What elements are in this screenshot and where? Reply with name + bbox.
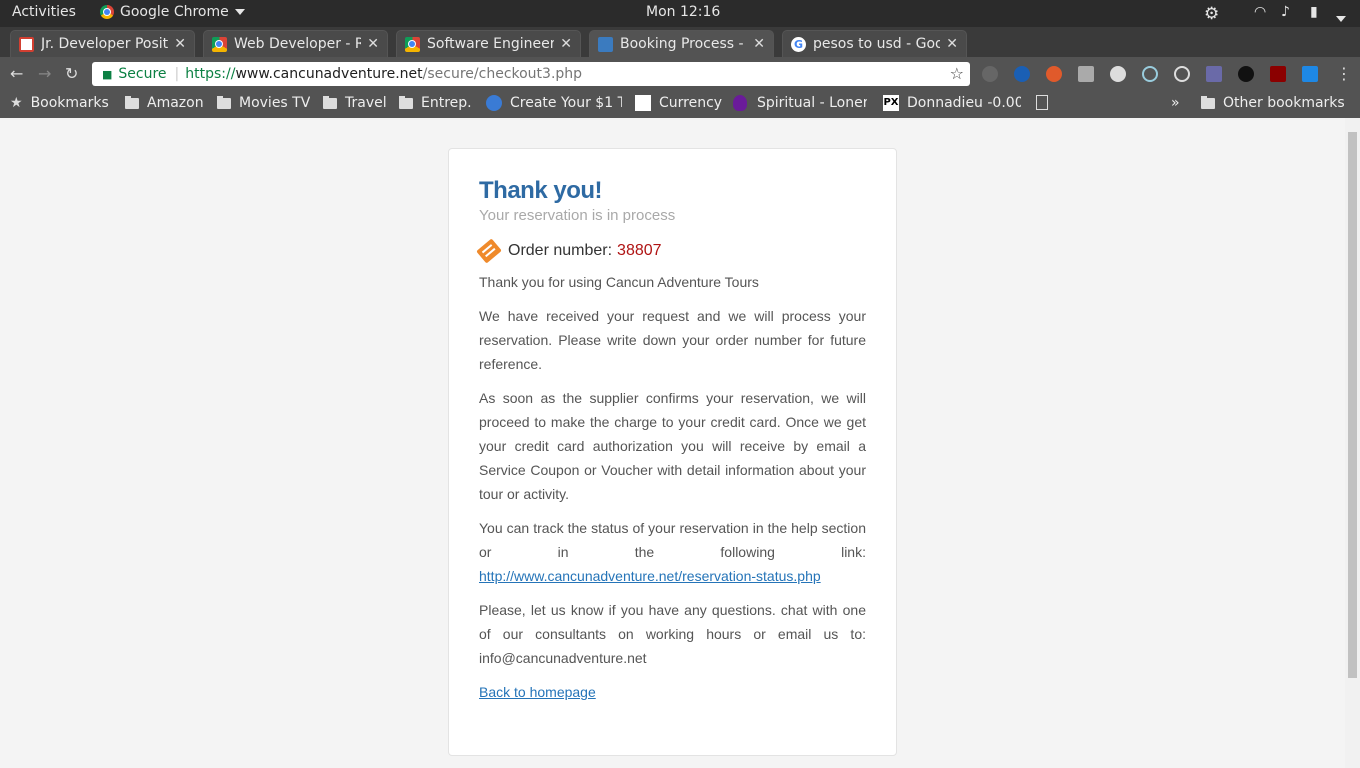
scrollbar-thumb[interactable]: [1348, 132, 1357, 678]
back-icon[interactable]: ←: [10, 64, 23, 83]
back-to-homepage-link[interactable]: Back to homepage: [479, 684, 596, 700]
thanks-paragraph: Thank you for using Cancun Adventure Tou…: [479, 274, 759, 290]
chevron-down-icon: [234, 9, 245, 15]
tab-web-developer[interactable]: Web Developer - Ro ✕: [203, 30, 388, 57]
tab-jr-developer[interactable]: Jr. Developer Posit ✕: [10, 30, 195, 57]
charge-paragraph: As soon as the supplier confirms your re…: [479, 390, 866, 502]
activities-button[interactable]: Activities: [12, 4, 76, 20]
close-icon[interactable]: ✕: [753, 36, 765, 52]
bookmark-currency[interactable]: Currency: [635, 95, 722, 111]
bookmark-page[interactable]: [1036, 95, 1048, 110]
tab-title: pesos to usd - Goog: [813, 36, 941, 52]
px-icon: PX: [883, 95, 899, 111]
contact-paragraph: Please, let us know if you have any ques…: [479, 602, 866, 666]
extension-icon[interactable]: [1174, 66, 1190, 82]
close-icon[interactable]: ✕: [174, 36, 186, 52]
react-icon[interactable]: [1142, 66, 1158, 82]
page-subtitle: Your reservation is in process: [479, 207, 676, 224]
system-menu-icon[interactable]: [1336, 10, 1346, 26]
extension-icon[interactable]: [1110, 66, 1126, 82]
bookmark-create-your[interactable]: Create Your $1 Tr: [486, 95, 622, 111]
tab-software-engineer[interactable]: Software Engineer ✕: [396, 30, 581, 57]
request-paragraph: We have received your request and we wil…: [479, 308, 866, 372]
tab-strip: Jr. Developer Posit ✕ Web Developer - Ro…: [0, 27, 1360, 78]
bookmark-spiritual[interactable]: Spiritual - Loner: [733, 95, 867, 111]
url-protocol: https://: [185, 66, 236, 82]
site-icon: [635, 95, 651, 111]
tab-pesos-to-usd[interactable]: G pesos to usd - Goog ✕: [782, 30, 967, 57]
folder-icon: [323, 95, 337, 109]
ticket-icon: [476, 238, 502, 264]
tracking-text: You can track the status of your reserva…: [479, 520, 866, 560]
tab-title: Software Engineer: [427, 36, 555, 52]
bookmark-folder-movies[interactable]: Movies TV: [217, 95, 310, 111]
google-icon: G: [791, 36, 806, 52]
app-menu[interactable]: Google Chrome: [100, 4, 245, 20]
order-number: 38807: [617, 242, 662, 259]
chrome-icon: [212, 36, 227, 52]
bookmarks-overflow[interactable]: »: [1171, 95, 1180, 111]
bookmark-donnadieu[interactable]: PX Donnadieu -0.00: [883, 95, 1021, 111]
lock-icon: ■: [102, 67, 113, 81]
extension-icon[interactable]: [1302, 66, 1318, 82]
page-viewport: Thank you! Your reservation is in proces…: [0, 118, 1345, 768]
folder-icon: [125, 95, 139, 109]
site-icon: [733, 95, 747, 111]
tab-title: Web Developer - Ro: [234, 36, 362, 52]
wifi-icon[interactable]: ◠: [1254, 4, 1266, 20]
tab-title: Booking Process - S: [620, 36, 748, 52]
order-number-row: Order number: 38807: [476, 238, 866, 264]
bookmark-folder-amazon[interactable]: Amazon: [125, 95, 204, 111]
gnome-top-bar: Activities Google Chrome Mon 12:16 ⚙ ◠ ♪…: [0, 0, 1360, 27]
settings-icon[interactable]: ⚙: [1204, 4, 1219, 24]
page-title: Thank you!: [479, 177, 603, 204]
chrome-icon: [405, 36, 420, 52]
order-label: Order number:: [508, 242, 613, 259]
folder-icon: [1201, 95, 1215, 109]
site-icon: [486, 95, 502, 111]
site-icon: [598, 36, 613, 52]
app-name: Google Chrome: [120, 4, 229, 20]
reservation-status-link[interactable]: http://www.cancunadventure.net/reservati…: [479, 568, 821, 584]
bookmark-folder-travel[interactable]: Travel: [323, 95, 387, 111]
battery-icon[interactable]: ▮: [1310, 4, 1318, 20]
extension-icon[interactable]: [1206, 66, 1222, 82]
volume-icon[interactable]: ♪: [1281, 4, 1290, 20]
other-bookmarks[interactable]: Other bookmarks: [1201, 95, 1345, 111]
star-icon: ★: [10, 95, 23, 111]
folder-icon: [217, 95, 231, 109]
address-bar[interactable]: ■ Secure | https:// www.cancunadventure.…: [92, 62, 970, 86]
bookmark-folder-entrep[interactable]: Entrep.: [399, 95, 472, 111]
url-host: www.cancunadventure.net: [235, 66, 423, 82]
clock[interactable]: Mon 12:16: [646, 4, 720, 20]
bookmarks-button[interactable]: ★ Bookmarks: [10, 95, 109, 111]
tracking-paragraph: You can track the status of your reserva…: [479, 516, 866, 588]
bookmark-star-icon[interactable]: ☆: [950, 64, 964, 83]
close-icon[interactable]: ✕: [946, 36, 958, 52]
extension-icon[interactable]: [1078, 66, 1094, 82]
close-icon[interactable]: ✕: [560, 36, 572, 52]
close-icon[interactable]: ✕: [367, 36, 379, 52]
ublock-icon[interactable]: [1270, 66, 1286, 82]
page-icon: [1036, 95, 1048, 110]
extension-icon[interactable]: [1238, 66, 1254, 82]
bookmarks-bar: ★ Bookmarks Amazon Movies TV Travel Entr…: [0, 91, 1360, 118]
extension-icon[interactable]: [982, 66, 998, 82]
folder-icon: [399, 95, 413, 109]
page-scrollbar[interactable]: [1345, 118, 1360, 768]
tab-title: Jr. Developer Posit: [41, 36, 169, 52]
forward-icon[interactable]: →: [38, 64, 51, 83]
reload-icon[interactable]: ↻: [65, 64, 78, 83]
onepassword-icon[interactable]: [1014, 66, 1030, 82]
secure-label: Secure: [118, 66, 167, 82]
gmail-icon: [19, 36, 34, 52]
confirmation-card: Thank you! Your reservation is in proces…: [448, 148, 897, 756]
browser-toolbar: ← → ↻ ■ Secure | https:// www.cancunadve…: [0, 57, 1360, 91]
extension-icon[interactable]: [1046, 66, 1062, 82]
chrome-icon: [100, 5, 114, 19]
chrome-menu-icon[interactable]: ⋮: [1336, 64, 1352, 83]
tab-booking-process[interactable]: Booking Process - S ✕: [589, 30, 774, 57]
url-path: /secure/checkout3.php: [422, 66, 583, 82]
